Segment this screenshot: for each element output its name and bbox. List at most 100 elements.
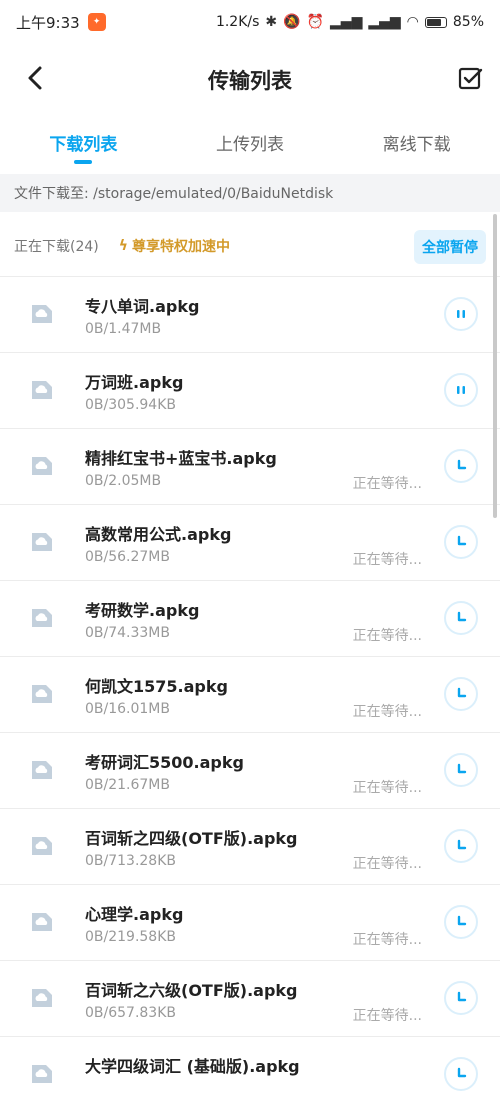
file-name: 精排红宝书+蓝宝书.apkg [85, 449, 277, 468]
waiting-button[interactable] [444, 753, 478, 787]
clock-icon [457, 687, 467, 698]
file-status: 正在等待... [352, 856, 422, 872]
waiting-button[interactable] [444, 677, 478, 711]
app-notification-icon: ✦ [87, 13, 106, 31]
alarm-icon: ⏰ [306, 14, 325, 30]
pause-button[interactable] [444, 297, 478, 331]
download-path: 文件下载至: /storage/emulated/0/BaiduNetdisk [14, 186, 334, 202]
clock-icon [457, 763, 467, 774]
mute-icon: 🔕 [283, 14, 301, 30]
downloading-count: 正在下载(24) [14, 239, 99, 255]
list-item[interactable]: 大学四级词汇 (基础版).apkg [0, 1036, 500, 1112]
list-item[interactable]: 百词斩之六级(OTF版).apkg 0B/657.83KB 正在等待... [0, 960, 500, 1036]
file-status: 正在等待... [352, 1008, 422, 1024]
signal-icon: ▂▄▆ [330, 14, 363, 30]
cloud-file-icon [32, 913, 52, 931]
clock-icon [457, 459, 467, 470]
file-size: 0B/56.27MB [85, 549, 170, 565]
file-size: 0B/713.28KB [85, 853, 176, 869]
file-name: 心理学.apkg [85, 905, 184, 924]
pause-icon [457, 386, 465, 394]
file-size: 0B/16.01MB [85, 701, 170, 717]
clock-icon [457, 611, 467, 622]
waiting-button[interactable] [444, 449, 478, 483]
clock-icon [457, 535, 467, 546]
tab-download-list[interactable]: 下载列表 [0, 112, 167, 172]
waiting-button[interactable] [444, 1057, 478, 1091]
lightning-icon: ϟ [118, 238, 128, 254]
title-bar: 传输列表 [0, 48, 500, 112]
scrollbar[interactable] [493, 214, 497, 518]
vip-speedup: ϟ 尊享特权加速中 [119, 236, 230, 256]
file-size: 0B/21.67MB [85, 777, 170, 793]
battery-percent: 85% [452, 14, 484, 30]
status-bar-left: 上午9:33 ✦ [16, 12, 106, 33]
file-status: 正在等待... [352, 704, 422, 720]
file-size: 0B/657.83KB [85, 1005, 176, 1021]
file-size: 0B/305.94KB [85, 397, 176, 413]
list-item[interactable]: 考研数学.apkg 0B/74.33MB 正在等待... [0, 580, 500, 656]
cloud-file-icon [32, 305, 52, 323]
download-list: 专八单词.apkg 0B/1.47MB 万词班.apkg 0B/305.94KB… [0, 276, 500, 1112]
file-name: 考研数学.apkg [85, 601, 200, 620]
cloud-file-icon [32, 457, 52, 475]
list-item[interactable]: 何凯文1575.apkg 0B/16.01MB 正在等待... [0, 656, 500, 732]
wifi-icon: ◠ [406, 14, 419, 30]
list-item[interactable]: 专八单词.apkg 0B/1.47MB [0, 276, 500, 352]
file-name: 大学四级词汇 (基础版).apkg [85, 1057, 300, 1076]
cloud-file-icon [32, 533, 52, 551]
download-path-bar: 文件下载至: /storage/emulated/0/BaiduNetdisk [0, 174, 500, 212]
list-item[interactable]: 精排红宝书+蓝宝书.apkg 0B/2.05MB 正在等待... [0, 428, 500, 504]
status-bar-right: 1.2K/s ✱ 🔕 ⏰ ▂▄▆ ▂▄▆ ◠ 85% [216, 14, 484, 30]
file-status: 正在等待... [352, 552, 422, 568]
pause-button[interactable] [444, 373, 478, 407]
pause-icon [457, 310, 465, 318]
file-name: 何凯文1575.apkg [85, 677, 228, 696]
waiting-button[interactable] [444, 601, 478, 635]
cloud-file-icon [32, 685, 52, 703]
file-name: 专八单词.apkg [85, 297, 200, 316]
tab-upload-list[interactable]: 上传列表 [167, 112, 334, 172]
edit-select-icon[interactable] [456, 64, 484, 92]
file-name: 百词斩之四级(OTF版).apkg [85, 829, 298, 848]
waiting-button[interactable] [444, 905, 478, 939]
file-status: 正在等待... [352, 476, 422, 492]
net-speed: 1.2K/s [215, 14, 260, 30]
list-item[interactable]: 高数常用公式.apkg 0B/56.27MB 正在等待... [0, 504, 500, 580]
list-item[interactable]: 百词斩之四级(OTF版).apkg 0B/713.28KB 正在等待... [0, 808, 500, 884]
cloud-file-icon [32, 1065, 52, 1083]
tab-offline-download[interactable]: 离线下载 [333, 112, 500, 172]
file-name: 百词斩之六级(OTF版).apkg [85, 981, 298, 1000]
file-name: 万词班.apkg [85, 373, 184, 392]
file-name: 高数常用公式.apkg [85, 525, 232, 544]
download-summary: 正在下载(24) ϟ 尊享特权加速中 全部暂停 [0, 216, 500, 276]
cloud-file-icon [32, 381, 52, 399]
clock: 上午9:33 [16, 13, 80, 32]
cloud-file-icon [32, 837, 52, 855]
file-size: 0B/1.47MB [85, 321, 162, 337]
clock-icon [457, 915, 467, 926]
waiting-button[interactable] [444, 981, 478, 1015]
waiting-button[interactable] [444, 829, 478, 863]
cloud-file-icon [32, 609, 52, 627]
pause-all-button[interactable]: 全部暂停 [414, 230, 486, 264]
clock-icon [457, 991, 467, 1002]
back-arrow-icon[interactable] [20, 62, 52, 94]
cloud-file-icon [32, 761, 52, 779]
file-size: 0B/219.58KB [85, 929, 176, 945]
status-bar: 上午9:33 ✦ 1.2K/s ✱ 🔕 ⏰ ▂▄▆ ▂▄▆ ◠ 85% [0, 0, 500, 44]
page-title: 传输列表 [208, 69, 292, 93]
file-name: 考研词汇5500.apkg [85, 753, 244, 772]
clock-icon [457, 839, 467, 850]
bluetooth-icon: ✱ [265, 14, 278, 30]
list-item[interactable]: 考研词汇5500.apkg 0B/21.67MB 正在等待... [0, 732, 500, 808]
file-size: 0B/74.33MB [85, 625, 170, 641]
waiting-button[interactable] [444, 525, 478, 559]
file-status: 正在等待... [352, 628, 422, 644]
tab-bar: 下载列表 上传列表 离线下载 [0, 112, 500, 172]
list-item[interactable]: 心理学.apkg 0B/219.58KB 正在等待... [0, 884, 500, 960]
vip-speedup-label: 尊享特权加速中 [132, 239, 230, 255]
file-status: 正在等待... [352, 780, 422, 796]
list-item[interactable]: 万词班.apkg 0B/305.94KB [0, 352, 500, 428]
file-status: 正在等待... [352, 932, 422, 948]
